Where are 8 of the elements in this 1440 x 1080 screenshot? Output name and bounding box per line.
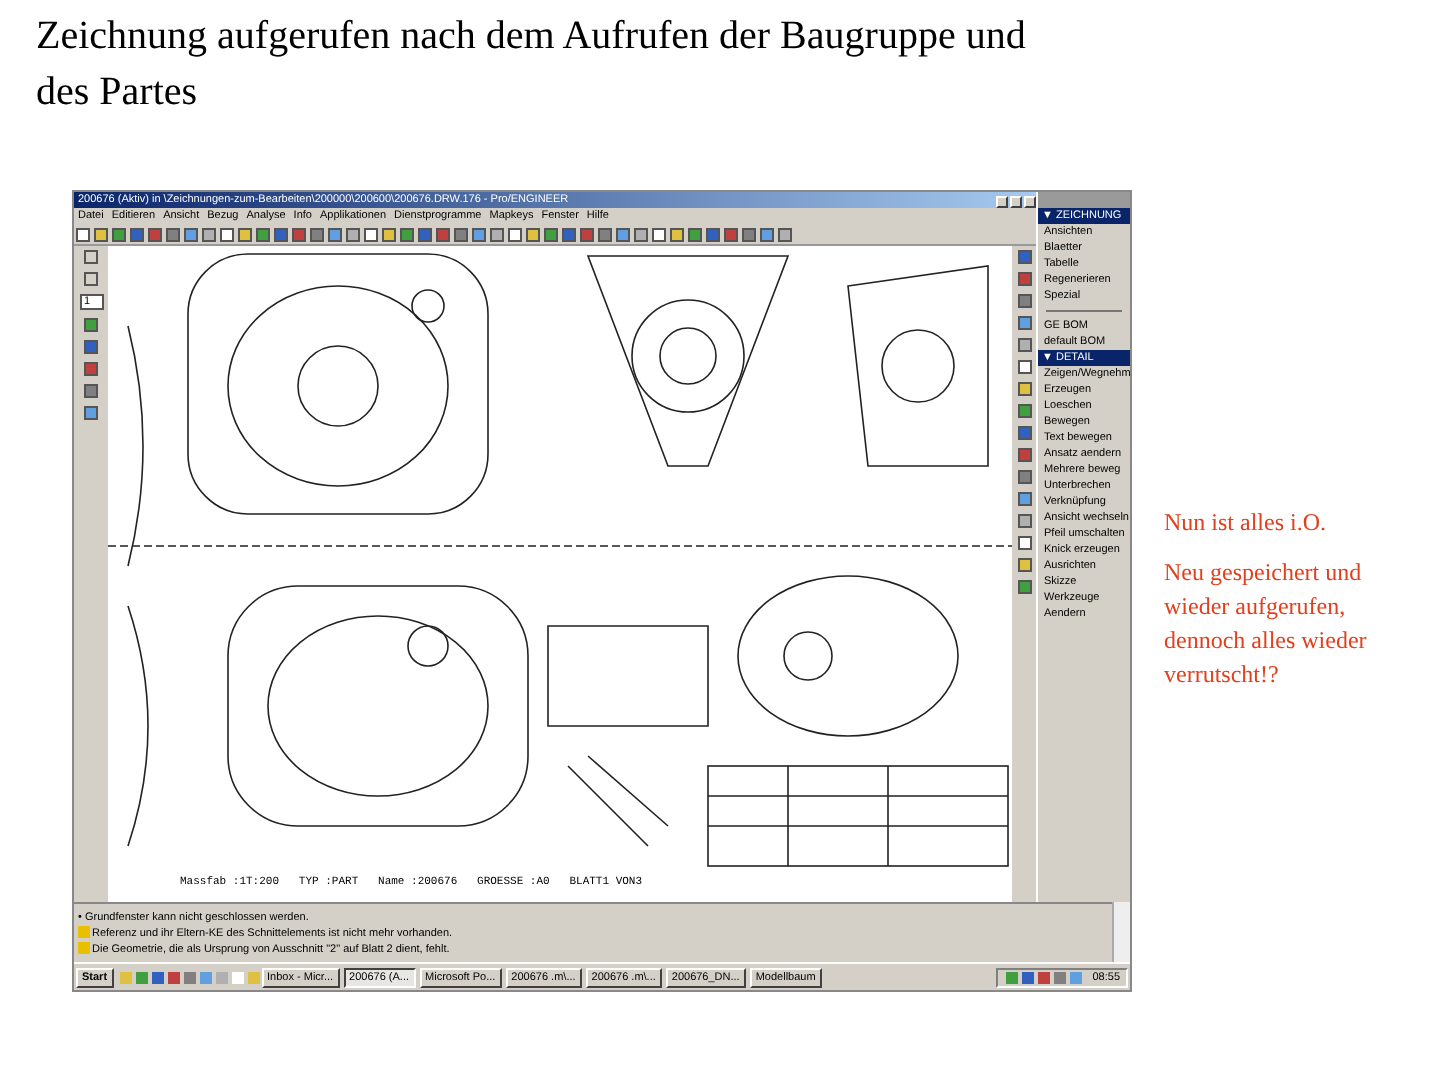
- note-text: Neu gespeichert und wieder aufgerufen, dennoch alles wieder verrutscht!?: [1164, 556, 1369, 692]
- panel-title-bar: [1038, 192, 1131, 208]
- minimize-button[interactable]: [996, 195, 1008, 207]
- close-button[interactable]: [1024, 195, 1036, 207]
- note-text: Nun ist alles i.O.: [1164, 506, 1328, 540]
- maximize-button[interactable]: [1010, 195, 1022, 207]
- scrollbar: [1112, 902, 1130, 962]
- slide-title: Zeichnung aufgerufen nach dem Aufrufen der Baugruppe und des Partes: [34, 12, 1028, 118]
